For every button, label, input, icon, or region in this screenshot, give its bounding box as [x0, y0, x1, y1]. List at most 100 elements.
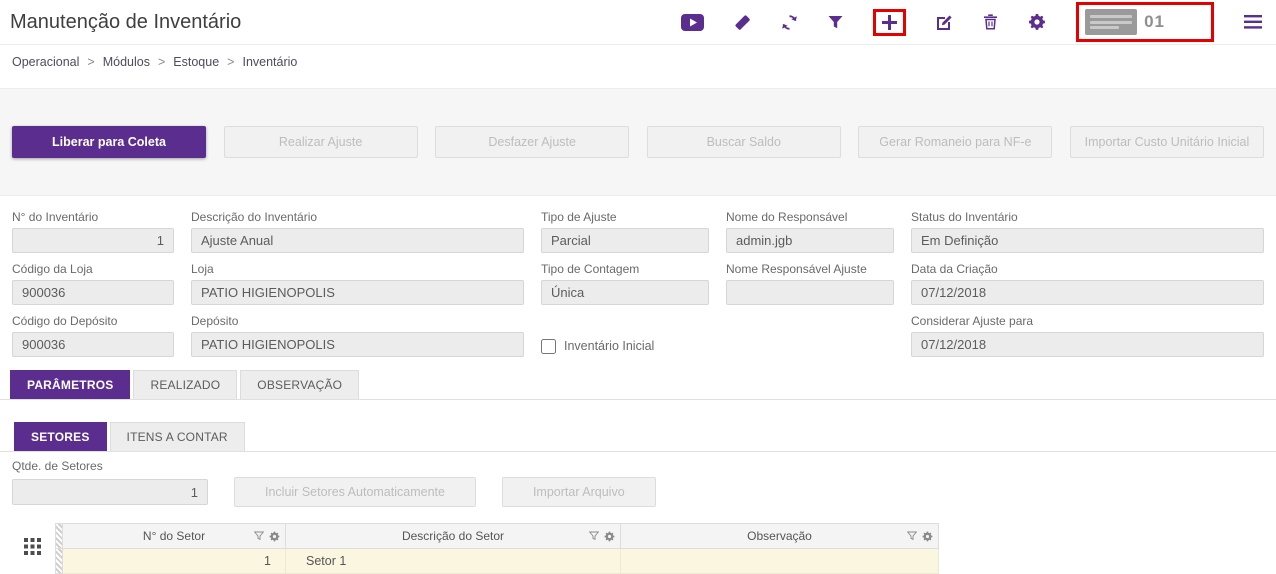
row-handle [56, 549, 63, 574]
tab-setores[interactable]: SETORES [14, 422, 107, 451]
add-record-icon[interactable] [873, 9, 906, 36]
filter-icon[interactable] [828, 15, 843, 30]
column-filter-icon[interactable] [589, 531, 599, 541]
header-toolbar: 01 [681, 2, 1262, 42]
field-label: Tipo de Ajuste [541, 210, 709, 224]
descricao-inventario-input[interactable] [191, 228, 524, 253]
gear-icon[interactable] [1028, 13, 1046, 31]
breadcrumb-item-inventario[interactable]: Inventário [242, 55, 297, 69]
field-nome-responsavel: Nome do Responsável [726, 210, 894, 253]
inventario-inicial-checkbox[interactable] [541, 339, 556, 354]
breadcrumb-separator: > [227, 55, 234, 69]
tab-observacao[interactable]: OBSERVAÇÃO [240, 370, 359, 399]
field-tipo-ajuste: Tipo de Ajuste [541, 210, 709, 253]
considerar-ajuste-input[interactable] [911, 332, 1264, 357]
field-label: Descrição do Inventário [191, 210, 524, 224]
page-title: Manutenção de Inventário [10, 11, 241, 34]
field-codigo-loja: Código da Loja [12, 262, 174, 305]
eraser-icon[interactable] [734, 14, 751, 31]
record-count-badge[interactable]: 01 [1076, 2, 1214, 42]
field-deposito: Depósito [191, 314, 524, 357]
breadcrumb: Operacional > Módulos > Estoque > Invent… [0, 44, 1276, 78]
inventario-inicial-checkfield: Inventário Inicial [541, 335, 709, 357]
column-settings-icon[interactable] [604, 531, 615, 542]
nome-responsavel-input[interactable] [726, 228, 894, 253]
tipo-ajuste-input[interactable] [541, 228, 709, 253]
column-header-descricao-setor[interactable]: Descrição do Setor [286, 524, 621, 549]
menu-icon[interactable] [1244, 15, 1262, 29]
field-label: Código da Loja [12, 262, 174, 276]
numero-inventario-input[interactable] [12, 228, 174, 253]
breadcrumb-separator: > [87, 55, 94, 69]
field-label: Data da Criação [911, 262, 1264, 276]
buscar-saldo-button[interactable]: Buscar Saldo [647, 126, 841, 158]
field-codigo-deposito: Código do Depósito [12, 314, 174, 357]
grid-selector-icon[interactable] [24, 538, 41, 558]
data-criacao-input[interactable] [911, 280, 1264, 305]
field-loja: Loja [191, 262, 524, 305]
refresh-icon[interactable] [781, 14, 798, 31]
field-label: Status do Inventário [911, 210, 1264, 224]
field-label: Código do Depósito [12, 314, 174, 328]
tab-itens-a-contar[interactable]: ITENS A CONTAR [110, 422, 245, 451]
field-data-criacao: Data da Criação [911, 262, 1264, 305]
column-header-observacao[interactable]: Observação [621, 524, 939, 549]
breadcrumb-item-operacional[interactable]: Operacional [12, 55, 79, 69]
column-filter-icon[interactable] [907, 531, 917, 541]
video-tutorial-icon[interactable] [681, 14, 704, 31]
field-numero-inventario: N° do Inventário [12, 210, 174, 253]
field-label: Depósito [191, 314, 524, 328]
cell-numero-setor[interactable]: 1 [63, 549, 286, 574]
cell-observacao[interactable] [621, 549, 939, 574]
field-descricao-inventario: Descrição do Inventário [191, 210, 524, 253]
field-empty [726, 314, 894, 357]
breadcrumb-item-estoque[interactable]: Estoque [173, 55, 219, 69]
tab-parametros[interactable]: PARÂMETROS [10, 370, 130, 399]
realizar-ajuste-button[interactable]: Realizar Ajuste [224, 126, 418, 158]
record-count: 01 [1144, 12, 1165, 32]
main-tabs: PARÂMETROS REALIZADO OBSERVAÇÃO [0, 370, 1276, 400]
list-icon [1085, 9, 1137, 35]
tipo-contagem-input[interactable] [541, 280, 709, 305]
setores-grid: N° do Setor Descrição do Setor Observaçã… [10, 523, 1266, 574]
loja-input[interactable] [191, 280, 524, 305]
field-label: Considerar Ajuste para [911, 314, 1264, 328]
cell-descricao-setor[interactable]: Setor 1 [286, 549, 621, 574]
liberar-para-coleta-button[interactable]: Liberar para Coleta [12, 126, 206, 158]
grid-row[interactable]: 1 Setor 1 [56, 549, 939, 574]
incluir-setores-button[interactable]: Incluir Setores Automaticamente [234, 477, 476, 507]
importar-custo-button[interactable]: Importar Custo Unitário Inicial [1070, 126, 1264, 158]
inventory-form: N° do Inventário Descrição do Inventário… [0, 196, 1276, 368]
column-header-numero-setor[interactable]: N° do Setor [63, 524, 286, 549]
field-considerar-ajuste: Considerar Ajuste para [911, 314, 1264, 357]
trash-icon[interactable] [983, 14, 998, 30]
field-nome-responsavel-ajuste: Nome Responsável Ajuste [726, 262, 894, 305]
breadcrumb-separator: > [158, 55, 165, 69]
status-inventario-input[interactable] [911, 228, 1264, 253]
field-tipo-contagem: Tipo de Contagem [541, 262, 709, 305]
gerar-romaneio-button[interactable]: Gerar Romaneio para NF-e [858, 126, 1052, 158]
grid-header-row: N° do Setor Descrição do Setor Observaçã… [56, 524, 939, 549]
column-filter-icon[interactable] [254, 531, 264, 541]
deposito-input[interactable] [191, 332, 524, 357]
importar-arquivo-button[interactable]: Importar Arquivo [502, 477, 656, 507]
field-label: Loja [191, 262, 524, 276]
field-label: Tipo de Contagem [541, 262, 709, 276]
edit-icon[interactable] [936, 14, 953, 31]
setores-panel: Qtde. de Setores Incluir Setores Automat… [0, 452, 1276, 507]
column-settings-icon[interactable] [269, 531, 280, 542]
qtde-setores-input[interactable] [12, 479, 208, 505]
qtde-setores-label: Qtde. de Setores [12, 459, 1264, 473]
codigo-deposito-input[interactable] [12, 332, 174, 357]
field-label: N° do Inventário [12, 210, 174, 224]
codigo-loja-input[interactable] [12, 280, 174, 305]
breadcrumb-item-modulos[interactable]: Módulos [103, 55, 150, 69]
checkbox-label: Inventário Inicial [564, 339, 654, 353]
column-settings-icon[interactable] [922, 531, 933, 542]
nome-responsavel-ajuste-input[interactable] [726, 280, 894, 305]
header: Manutenção de Inventário 01 [0, 0, 1276, 44]
row-handle [56, 524, 63, 549]
sub-tabs: SETORES ITENS A CONTAR [0, 422, 1276, 452]
desfazer-ajuste-button[interactable]: Desfazer Ajuste [435, 126, 629, 158]
tab-realizado[interactable]: REALIZADO [133, 370, 237, 399]
